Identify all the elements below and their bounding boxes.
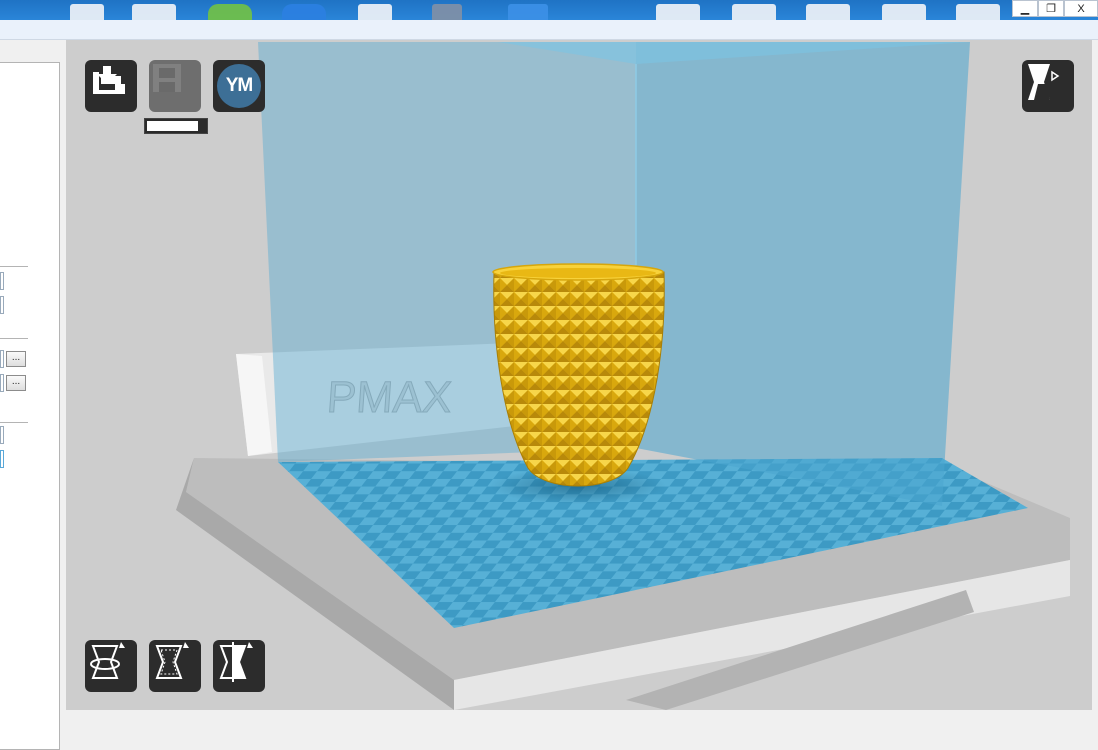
slice-progress-bar <box>144 118 208 134</box>
divider <box>0 266 28 267</box>
save-toolpath-icon <box>153 64 181 92</box>
load-model-icon <box>93 66 125 94</box>
mirror-tool-button[interactable] <box>213 640 265 692</box>
taskbar-app-icon[interactable] <box>208 4 252 20</box>
taskbar-app-icon[interactable] <box>732 4 776 20</box>
build-volume-side <box>636 42 970 506</box>
minimize-icon: ▁ <box>1020 3 1030 15</box>
setting-field[interactable] <box>0 426 4 444</box>
slice-progress-fill <box>147 121 198 131</box>
taskbar-app-icon[interactable] <box>956 4 1000 20</box>
scale-icon <box>155 642 189 679</box>
load-model-button[interactable] <box>85 60 137 112</box>
taskbar-app-icon[interactable] <box>358 4 392 20</box>
view-mode-button[interactable] <box>1022 60 1074 112</box>
minimize-button[interactable]: ▁ <box>1012 0 1038 17</box>
close-button[interactable]: X <box>1064 0 1098 17</box>
youmagine-icon: YM <box>217 64 261 108</box>
taskbar-app-icon[interactable] <box>432 4 462 20</box>
taskbar-app-icon[interactable] <box>70 4 104 20</box>
taskbar-app-icon[interactable] <box>508 4 548 20</box>
mirror-icon <box>219 642 253 682</box>
taskbar-app-icon[interactable] <box>806 4 850 20</box>
3d-viewport[interactable]: PMAX YM <box>66 40 1092 710</box>
scale-tool-button[interactable] <box>149 640 201 692</box>
restore-icon: ❐ <box>1046 3 1056 15</box>
settings-panel: ... ... <box>0 40 66 750</box>
setting-field[interactable] <box>0 296 4 314</box>
window-controls: ▁ ❐ X <box>1012 0 1098 17</box>
setting-field[interactable] <box>0 450 4 468</box>
view-mode-icon <box>1028 64 1060 100</box>
divider <box>0 338 28 339</box>
scene-canvas: PMAX <box>66 40 1092 710</box>
divider <box>0 422 28 423</box>
close-icon: X <box>1077 2 1085 15</box>
browse-button[interactable]: ... <box>6 375 26 391</box>
restore-button[interactable]: ❐ <box>1038 0 1064 17</box>
taskbar-app-icon[interactable] <box>132 4 176 20</box>
setting-field[interactable] <box>0 350 4 368</box>
rotate-tool-button[interactable] <box>85 640 137 692</box>
setting-field[interactable] <box>0 272 4 290</box>
browse-button[interactable]: ... <box>6 351 26 367</box>
menu-bar <box>0 20 1098 40</box>
status-strip <box>66 710 1098 724</box>
save-toolpath-button[interactable] <box>149 60 201 112</box>
youmagine-button[interactable]: YM <box>213 60 265 112</box>
taskbar-app-icon[interactable] <box>882 4 926 20</box>
3d-model-rim-inner <box>500 268 656 278</box>
os-taskbar: ▁ ❐ X <box>0 0 1098 20</box>
taskbar-app-icon[interactable] <box>656 4 700 20</box>
settings-panel-frame <box>0 62 60 750</box>
setting-field[interactable] <box>0 374 4 392</box>
rotate-icon <box>90 642 125 679</box>
taskbar-app-icon[interactable] <box>282 4 326 20</box>
